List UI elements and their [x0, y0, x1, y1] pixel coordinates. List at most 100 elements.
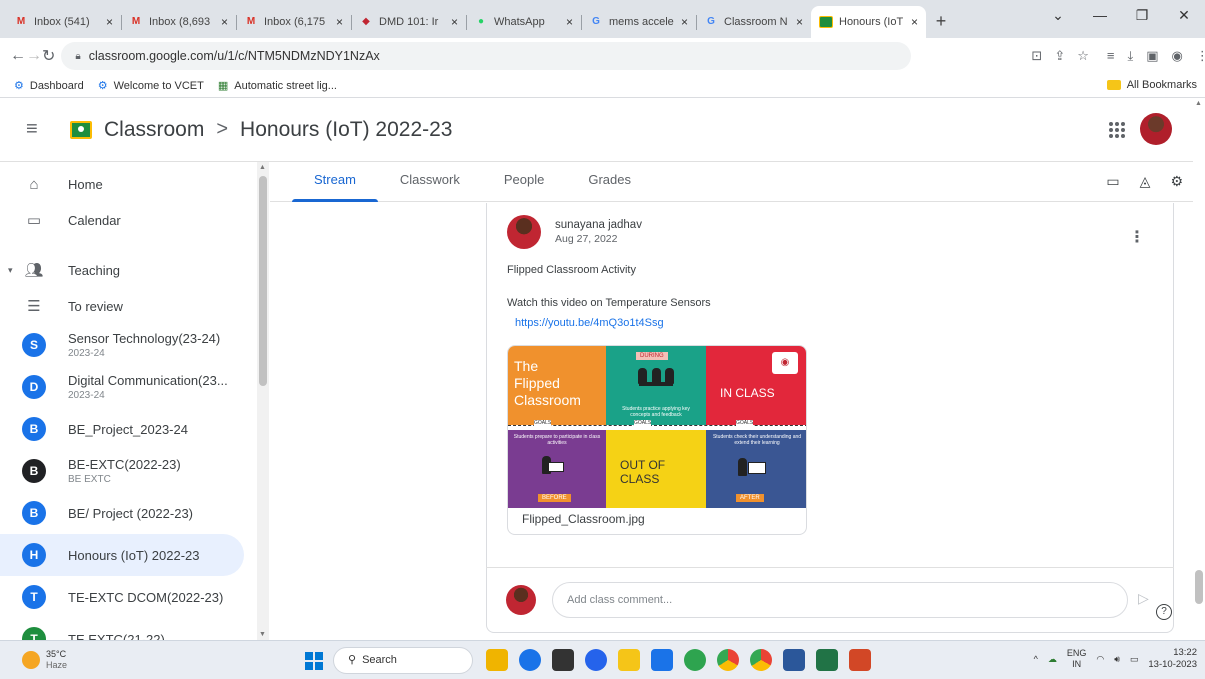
lock-icon[interactable]: 🔒︎	[75, 51, 80, 62]
browser-tab[interactable]: M Inbox (541) ×	[6, 6, 121, 38]
settings-gear-icon[interactable]: ⚙	[1170, 173, 1183, 190]
chevron-up-icon[interactable]: ^	[1034, 654, 1038, 664]
close-tab-icon[interactable]: ×	[681, 15, 688, 29]
clock[interactable]: 13:22 13-10-2023	[1148, 647, 1197, 671]
close-tab-icon[interactable]: ×	[911, 15, 918, 29]
new-tab-button[interactable]: +	[926, 6, 956, 38]
taskbar-search[interactable]: ⚲ Search	[333, 647, 473, 674]
taskbar-app-icon[interactable]	[684, 649, 706, 671]
sidebar-course-active[interactable]: H Honours (IoT) 2022-23	[0, 534, 244, 576]
main-menu-icon[interactable]: ≡	[26, 118, 46, 141]
breadcrumb-app[interactable]: Classroom	[104, 118, 204, 142]
bookmark-item[interactable]: ⚙ Welcome to VCET	[98, 79, 204, 93]
sidebar-course[interactable]: D Digital Communication(23... 2023-24	[0, 366, 270, 408]
scrollbar-thumb[interactable]	[1195, 570, 1203, 604]
browser-tab[interactable]: G Classroom N ×	[696, 6, 811, 38]
side-panel-icon[interactable]: ▣	[1146, 48, 1158, 64]
page-scrollbar[interactable]: ▲	[1193, 98, 1205, 640]
browser-tab[interactable]: G mems accele ×	[581, 6, 696, 38]
image-attachment[interactable]: The Flipped Classroom DURING Students pr…	[507, 345, 807, 535]
download-icon[interactable]: ⤓	[1127, 48, 1133, 64]
sidebar-item-home[interactable]: ⌂ Home	[0, 166, 270, 202]
powerpoint-icon[interactable]	[849, 649, 871, 671]
close-tab-icon[interactable]: ×	[336, 15, 343, 29]
class-comment-input[interactable]: Add class comment...	[552, 582, 1128, 618]
breadcrumb-class[interactable]: Honours (IoT) 2022-23	[240, 118, 452, 142]
taskbar-app-icon[interactable]	[618, 649, 640, 671]
browser-tab[interactable]: ● WhatsApp ×	[466, 6, 581, 38]
scroll-up-arrow-icon[interactable]: ▲	[1195, 100, 1202, 107]
sidebar-course[interactable]: S Sensor Technology(23-24) 2023-24	[0, 324, 270, 366]
menu-kebab-icon[interactable]: ⋮	[1196, 48, 1205, 64]
excel-icon[interactable]	[816, 649, 838, 671]
video-link[interactable]: https://youtu.be/4mQ3o1t4Ssg	[515, 317, 664, 329]
url-bar[interactable]: 🔒︎ classroom.google.com/u/1/c/NTM5NDMzND…	[61, 42, 912, 70]
close-tab-icon[interactable]: ×	[796, 15, 803, 29]
taskbar-app-icon[interactable]	[552, 649, 574, 671]
minimize-icon[interactable]: —	[1079, 0, 1121, 30]
google-apps-icon[interactable]	[1109, 122, 1125, 138]
sidebar-course[interactable]: T TE-EXTC DCOM(2022-23)	[0, 576, 270, 618]
weather-widget[interactable]: 35°C Haze	[22, 649, 67, 671]
tab-grades[interactable]: Grades	[566, 162, 653, 202]
taskbar-app-icon[interactable]	[486, 649, 508, 671]
bookmark-star-icon[interactable]: ☆	[1077, 48, 1089, 64]
chrome-icon[interactable]	[717, 649, 739, 671]
language-indicator[interactable]: ENG IN	[1067, 648, 1087, 670]
url-text[interactable]: classroom.google.com/u/1/c/NTM5NDMzNDY1N…	[89, 49, 380, 63]
all-bookmarks-button[interactable]: All Bookmarks	[1106, 79, 1197, 91]
drive-icon[interactable]: ◬	[1140, 173, 1151, 190]
more-options-icon[interactable]: ⋮	[1129, 227, 1145, 247]
browser-tab-active[interactable]: Honours (IoT ×	[811, 6, 926, 38]
taskbar-app-icon[interactable]	[585, 649, 607, 671]
author-avatar[interactable]	[507, 215, 541, 249]
taskbar-app-icon[interactable]	[651, 649, 673, 671]
scrollbar-thumb[interactable]	[259, 176, 267, 386]
calendar-icon[interactable]: ▭	[1106, 173, 1119, 190]
sidebar-item-calendar[interactable]: ▭ Calendar	[0, 202, 270, 238]
windows-start-icon[interactable]	[305, 652, 323, 670]
restore-icon[interactable]: ❐	[1121, 0, 1163, 30]
onedrive-icon[interactable]: ☁	[1048, 654, 1057, 665]
scroll-up-arrow-icon[interactable]: ▲	[259, 164, 266, 171]
tab-search-icon[interactable]: ⌄	[1037, 0, 1079, 30]
browser-tab[interactable]: M Inbox (6,175 ×	[236, 6, 351, 38]
sidebar-item-to-review[interactable]: ☰ To review	[0, 288, 270, 324]
sidebar-scrollbar[interactable]: ▲ ▼	[257, 162, 269, 640]
reading-list-icon[interactable]: ≡	[1107, 48, 1115, 64]
help-icon[interactable]: ?	[1156, 604, 1172, 620]
sidebar-course[interactable]: B BE_Project_2023-24	[0, 408, 270, 450]
sidebar-course[interactable]: B BE-EXTC(2022-23) BE EXTC	[0, 450, 270, 492]
close-tab-icon[interactable]: ×	[451, 15, 458, 29]
sidebar-course[interactable]: T TE EXTC(21-22)	[0, 618, 270, 640]
forward-icon[interactable]: →	[26, 47, 42, 65]
battery-icon[interactable]: ▭	[1130, 654, 1139, 665]
sidebar-course[interactable]: B BE/ Project (2022-23)	[0, 492, 270, 534]
account-avatar[interactable]	[1140, 113, 1172, 145]
bookmark-item[interactable]: ▦ Automatic street lig...	[218, 79, 337, 93]
browser-tab[interactable]: M Inbox (8,693 ×	[121, 6, 236, 38]
taskbar-app-icon[interactable]	[519, 649, 541, 671]
tab-classwork[interactable]: Classwork	[378, 162, 482, 202]
profile-icon[interactable]: ◉	[1172, 48, 1183, 64]
bookmark-item[interactable]: ⚙ Dashboard	[14, 79, 84, 93]
wifi-icon[interactable]: ◠	[1096, 654, 1104, 665]
back-icon[interactable]: ←	[10, 47, 26, 65]
classroom-logo-icon[interactable]	[70, 120, 92, 139]
word-icon[interactable]	[783, 649, 805, 671]
browser-tab[interactable]: ◆ DMD 101: Ir ×	[351, 6, 466, 38]
sidebar-item-teaching[interactable]: ▾ 👥︎ Teaching	[0, 252, 270, 288]
scroll-down-arrow-icon[interactable]: ▼	[259, 631, 266, 638]
share-icon[interactable]: ⇪	[1054, 48, 1065, 64]
volume-icon[interactable]: 🔊︎	[1114, 654, 1120, 665]
close-tab-icon[interactable]: ×	[566, 15, 573, 29]
tab-people[interactable]: People	[482, 162, 566, 202]
install-app-icon[interactable]: ⊡	[1031, 48, 1042, 64]
reload-icon[interactable]: ↻	[42, 46, 55, 66]
close-tab-icon[interactable]: ×	[106, 15, 113, 29]
close-tab-icon[interactable]: ×	[221, 15, 228, 29]
close-window-icon[interactable]: ✕	[1163, 0, 1205, 30]
attachment-file-name[interactable]: Flipped_Classroom.jpg	[522, 512, 645, 526]
send-icon[interactable]: ▷	[1138, 590, 1149, 607]
tab-stream[interactable]: Stream	[292, 162, 378, 202]
